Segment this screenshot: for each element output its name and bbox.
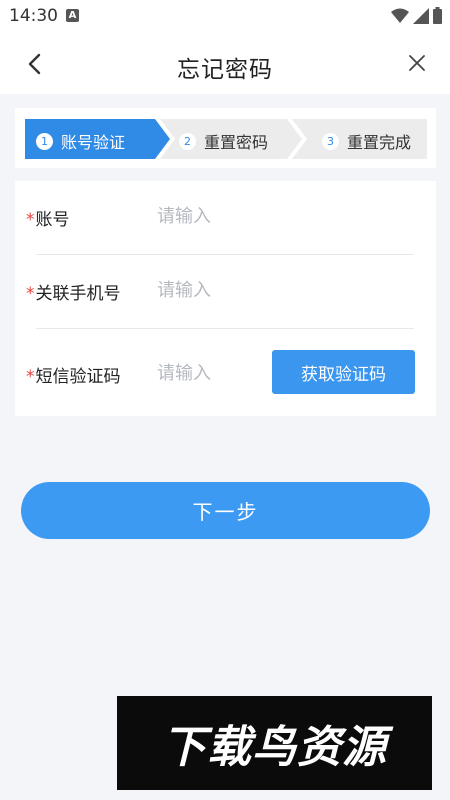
step-1: 1 账号验证: [36, 129, 125, 153]
sms-code-label: *短信验证码: [26, 367, 121, 387]
step-2: 2 重置密码: [179, 129, 268, 153]
step-1-label: 账号验证: [61, 133, 126, 152]
wifi-icon: [391, 8, 409, 23]
step-2-number: 2: [179, 132, 196, 150]
status-time: 14:30: [9, 6, 58, 26]
step-3: 3 重置完成: [322, 129, 411, 153]
step-3-label: 重置完成: [347, 133, 412, 152]
next-step-button[interactable]: 下一步: [21, 482, 430, 539]
phone-label: *关联手机号: [26, 284, 121, 304]
battery-icon: [433, 7, 442, 24]
cell-signal-icon: [413, 7, 429, 24]
divider: [36, 254, 414, 255]
required-mark: *: [26, 210, 35, 230]
required-mark: *: [26, 284, 35, 304]
phone-input[interactable]: [157, 276, 267, 304]
page-title: 忘记密码: [177, 57, 273, 83]
status-bar: 14:30 A: [0, 0, 450, 32]
account-input[interactable]: [157, 202, 267, 230]
sms-code-input[interactable]: [157, 359, 267, 387]
get-code-button[interactable]: 获取验证码: [272, 350, 415, 394]
step-2-label: 重置密码: [204, 133, 269, 152]
watermark-banner: 下载鸟资源: [117, 696, 432, 790]
step-3-number: 3: [322, 132, 339, 150]
required-mark: *: [26, 367, 35, 387]
divider: [36, 328, 414, 329]
step-indicator: 1 账号验证 2 重置密码 3 重置完成: [15, 108, 436, 168]
system-icons: [391, 7, 442, 24]
nav-bar: 忘记密码: [0, 32, 450, 94]
notification-a-icon: A: [66, 9, 79, 22]
close-icon[interactable]: [406, 52, 428, 74]
step-1-number: 1: [36, 132, 53, 150]
account-label: *账号: [26, 210, 70, 230]
verification-form: *账号 *关联手机号 *短信验证码 获取验证码: [15, 181, 436, 416]
